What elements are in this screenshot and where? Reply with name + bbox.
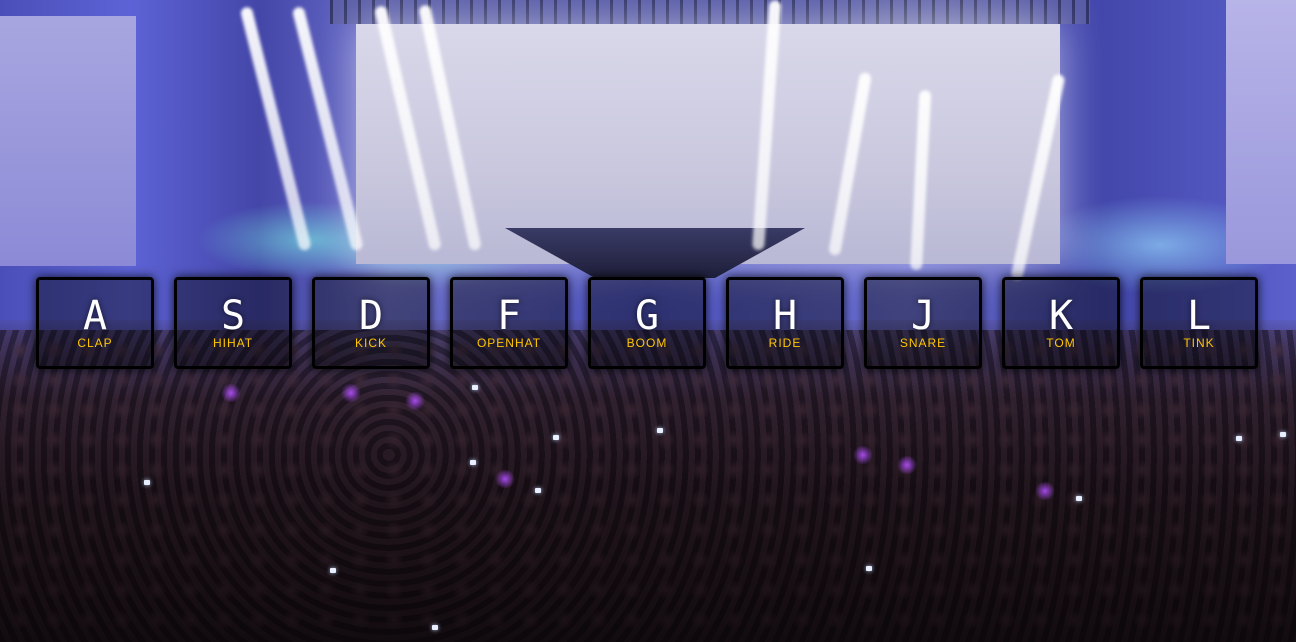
key-letter: H <box>772 293 798 339</box>
key-k[interactable]: K tom <box>1002 277 1120 369</box>
key-sound-label: tink <box>1183 336 1215 350</box>
phone-light <box>1236 436 1242 441</box>
key-letter: A <box>82 293 108 339</box>
phone-light <box>535 488 541 493</box>
stage-light <box>896 456 918 474</box>
key-sound-label: hihat <box>212 336 254 350</box>
phone-light <box>866 566 872 571</box>
key-sound-label: tom <box>1046 336 1076 350</box>
key-sound-label: clap <box>77 336 113 350</box>
key-a[interactable]: A clap <box>36 277 154 369</box>
stage-truss <box>330 0 1090 24</box>
phone-light <box>330 568 336 573</box>
key-j[interactable]: J snare <box>864 277 982 369</box>
phone-light <box>553 435 559 440</box>
phone-light <box>472 385 478 390</box>
key-letter: L <box>1186 293 1212 339</box>
key-letter: F <box>496 293 522 339</box>
drum-keys: A clap S hihat D kick F openhat G boom H… <box>36 277 1258 369</box>
left-side-screen <box>0 16 136 266</box>
key-letter: S <box>220 293 246 339</box>
key-s[interactable]: S hihat <box>174 277 292 369</box>
key-letter: D <box>358 293 384 339</box>
stage-light <box>1034 482 1056 500</box>
key-letter: J <box>910 293 936 339</box>
phone-light <box>432 625 438 630</box>
key-sound-label: boom <box>626 336 668 350</box>
phone-light <box>470 460 476 465</box>
stage-light <box>220 384 242 402</box>
key-letter: G <box>634 293 660 339</box>
stage-light <box>494 470 516 488</box>
key-sound-label: snare <box>899 336 947 350</box>
key-sound-label: kick <box>354 336 387 350</box>
phone-light <box>144 480 150 485</box>
key-g[interactable]: G boom <box>588 277 706 369</box>
key-sound-label: openhat <box>476 336 542 350</box>
phone-light <box>1076 496 1082 501</box>
key-h[interactable]: H ride <box>726 277 844 369</box>
stage-light <box>404 392 426 410</box>
key-f[interactable]: F openhat <box>450 277 568 369</box>
phone-light <box>657 428 663 433</box>
key-d[interactable]: D kick <box>312 277 430 369</box>
key-sound-label: ride <box>768 336 802 350</box>
key-l[interactable]: L tink <box>1140 277 1258 369</box>
key-letter: K <box>1048 293 1074 339</box>
stage-light <box>340 384 362 402</box>
phone-light <box>1280 432 1286 437</box>
stage-light <box>852 446 874 464</box>
right-side-screen <box>1226 0 1296 264</box>
